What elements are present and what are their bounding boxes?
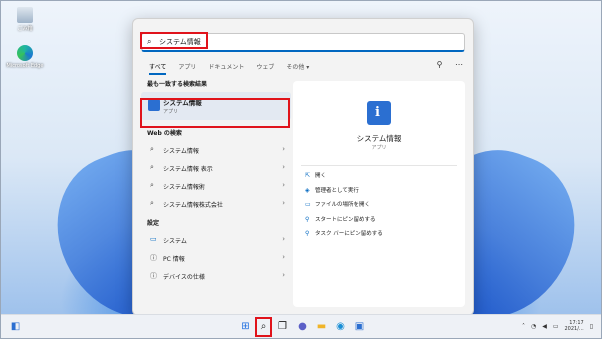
web-result[interactable]: ⌕ システム情報 › xyxy=(141,141,291,159)
more-icon[interactable]: ⋯ xyxy=(455,60,463,69)
notification-icon[interactable]: ▯ xyxy=(590,323,593,330)
web-result[interactable]: ⌕ システム情報 表示 › xyxy=(141,159,291,177)
web-search-heading: Web の検索 xyxy=(147,130,182,137)
detail-pane: i システム情報 アプリ ⇱ 開く ◈ 管理者として実行 ▭ ファイルの場所を開く ⚲… xyxy=(293,81,465,307)
action-pin-to-start[interactable]: ⚲ スタートにピン留めする xyxy=(305,215,383,230)
screen: ごみ箱 Microsoft Edge ⌕ システム情報 すべて アプリ ドキュメ… xyxy=(0,0,602,339)
chevron-right-icon: › xyxy=(282,271,285,279)
chevron-right-icon: › xyxy=(282,253,285,261)
share-icon[interactable]: ⚲ xyxy=(437,60,443,69)
chevron-up-icon[interactable]: ˄ xyxy=(522,323,525,330)
action-run-as-admin[interactable]: ◈ 管理者として実行 xyxy=(305,186,383,201)
volume-icon[interactable]: ◀ xyxy=(542,323,547,330)
recycle-bin-icon xyxy=(17,7,33,23)
tab-web[interactable]: ウェブ xyxy=(256,62,274,75)
chevron-right-icon: › xyxy=(282,181,285,189)
pin-icon: ⚲ xyxy=(305,215,310,223)
network-icon[interactable]: ◔ xyxy=(531,323,536,330)
highlight-taskbar-search xyxy=(255,317,272,337)
battery-icon[interactable]: ▭ xyxy=(553,323,559,330)
chevron-right-icon: › xyxy=(282,145,285,153)
settings-result[interactable]: ▭ システム › xyxy=(141,231,291,249)
action-pin-to-taskbar[interactable]: ⚲ タスク バーにピン留めする xyxy=(305,229,383,244)
search-panel: ⌕ システム情報 すべて アプリ ドキュメント ウェブ その他 ▾ ⚲ ⋯ 最も… xyxy=(132,18,474,316)
open-icon: ⇱ xyxy=(305,172,311,179)
web-result[interactable]: ⌕ システム情報術 › xyxy=(141,177,291,195)
pin-icon: ⚲ xyxy=(305,230,310,237)
settings-heading: 設定 xyxy=(147,220,160,227)
search-icon: ⌕ xyxy=(150,181,154,189)
shield-icon: ◈ xyxy=(305,186,310,194)
info-icon: ⓘ xyxy=(150,272,157,280)
detail-divider xyxy=(301,165,457,166)
tab-more[interactable]: その他 ▾ xyxy=(286,62,309,75)
tab-all[interactable]: すべて xyxy=(149,62,167,75)
search-icon: ⌕ xyxy=(150,145,154,153)
best-match-heading: 最も一致する検索結果 xyxy=(147,81,208,88)
chevron-right-icon: › xyxy=(282,163,285,171)
detail-actions: ⇱ 開く ◈ 管理者として実行 ▭ ファイルの場所を開く ⚲ スタートにピン留めする ⚲… xyxy=(305,171,383,244)
desktop-icon-recycle-bin[interactable]: ごみ箱 xyxy=(5,7,45,32)
system-info-large-icon: i xyxy=(367,101,391,125)
web-result[interactable]: ⌕ システム情報株式会社 › xyxy=(141,195,291,213)
edge-icon[interactable]: ◉ xyxy=(334,320,347,333)
task-view-icon[interactable]: ❐ xyxy=(276,320,289,333)
tab-apps[interactable]: アプリ xyxy=(178,62,196,75)
edge-icon xyxy=(17,45,33,61)
header-icons: ⚲ ⋯ xyxy=(427,60,463,69)
chevron-right-icon: › xyxy=(282,235,285,243)
desktop-icon-edge[interactable]: Microsoft Edge xyxy=(5,45,45,69)
filter-tabs: すべて アプリ ドキュメント ウェブ その他 ▾ xyxy=(149,62,321,75)
tab-documents[interactable]: ドキュメント xyxy=(208,62,244,75)
store-icon[interactable]: ▣ xyxy=(353,320,366,333)
widgets-icon[interactable]: ◧ xyxy=(9,320,22,333)
info-icon: ⓘ xyxy=(150,254,157,262)
display-icon: ▭ xyxy=(150,235,157,243)
explorer-icon[interactable]: ▬ xyxy=(315,320,328,333)
action-open-file-location[interactable]: ▭ ファイルの場所を開く xyxy=(305,200,383,215)
highlight-best-match xyxy=(140,98,290,128)
start-icon[interactable]: ⊞ xyxy=(239,320,252,333)
settings-result[interactable]: ⓘ デバイスの仕様 › xyxy=(141,267,291,285)
action-open[interactable]: ⇱ 開く xyxy=(305,171,383,186)
search-icon: ⌕ xyxy=(150,163,154,171)
detail-subtitle: アプリ xyxy=(371,145,387,151)
taskbar: ◧ ⊞ ⌕ ❐ ● ▬ ◉ ▣ ˄ ◔ ◀ ▭ 17:17 2021/... ▯ xyxy=(1,314,601,338)
highlight-search-box xyxy=(140,32,208,49)
folder-icon: ▭ xyxy=(305,201,311,208)
search-icon: ⌕ xyxy=(150,199,154,207)
detail-title: システム情報 xyxy=(356,134,402,143)
system-tray: ˄ ◔ ◀ ▭ 17:17 2021/... ▯ xyxy=(522,320,593,332)
chevron-right-icon: › xyxy=(282,199,285,207)
chat-icon[interactable]: ● xyxy=(296,320,309,333)
settings-result[interactable]: ⓘ PC 情報 › xyxy=(141,249,291,267)
clock[interactable]: 17:17 2021/... xyxy=(565,320,584,332)
